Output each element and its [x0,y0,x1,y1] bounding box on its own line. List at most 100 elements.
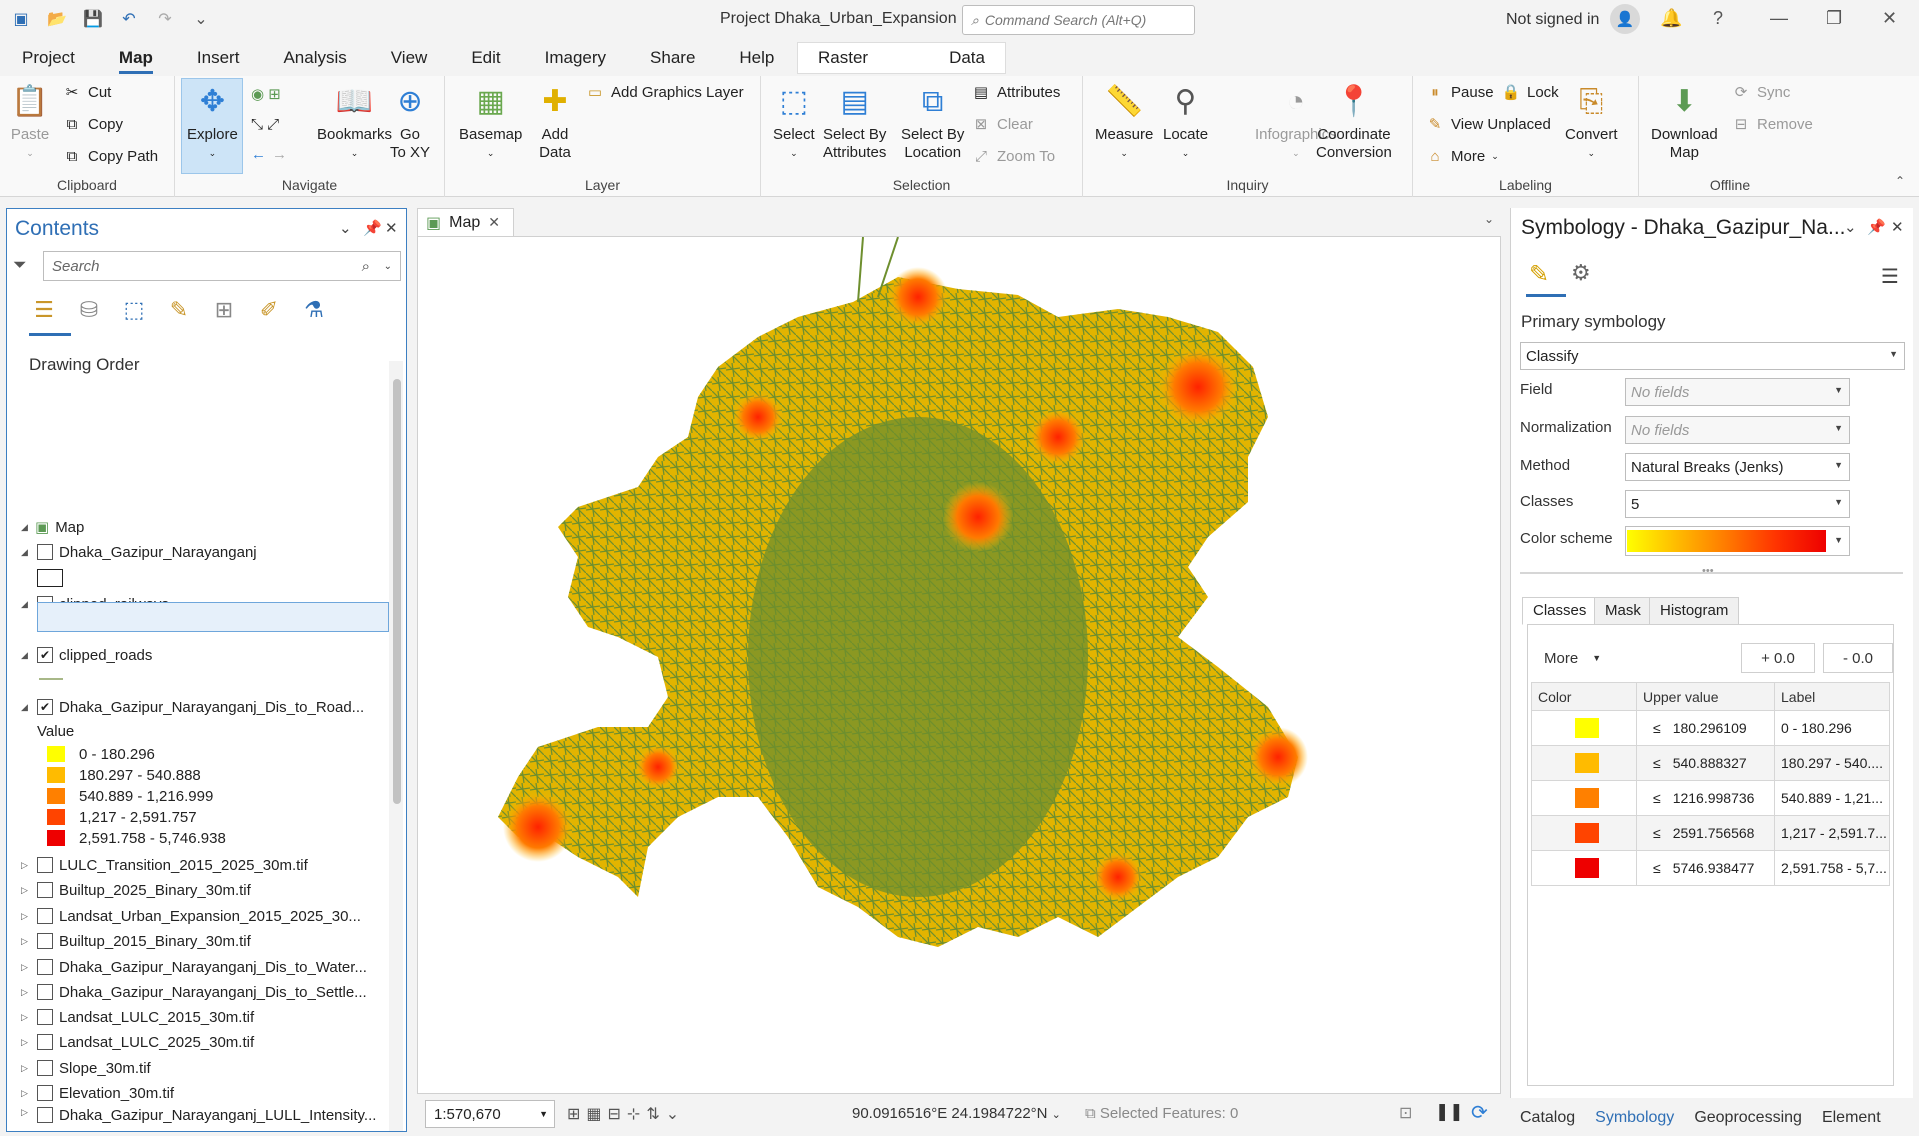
layer-row[interactable]: ▷ Builtup_2015_Binary_30m.tif [21,929,251,953]
zoom-to-button[interactable]: ⤢ Zoom To [971,144,1055,168]
column-header-color[interactable]: Color [1531,682,1637,711]
grip-icon[interactable]: ••• [1702,565,1714,577]
color-cell[interactable] [1531,745,1637,781]
scale-selector[interactable]: 1:570,670 ▼ [425,1100,555,1128]
copy-path-button[interactable]: ⧉ Copy Path [62,144,158,168]
select-by-attributes-button[interactable]: ▤ Select By Attributes [823,80,886,162]
layer-visibility-checkbox[interactable] [37,984,53,1000]
expand-triangle-icon[interactable]: ▷ [21,1107,33,1118]
layer-row[interactable]: ▷ Landsat_Urban_Expansion_2015_2025_30... [21,904,361,928]
layer-visibility-checkbox[interactable]: ✔ [37,647,53,663]
layer-row-selected[interactable]: ◢ ✔ Dhaka_Gazipur_Narayanganj_Dis_to_Roa… [21,695,364,719]
refresh-icon[interactable]: ⟳ [1471,1100,1488,1125]
label-cell[interactable]: 540.889 - 1,21... [1774,780,1890,816]
primary-symbology-icon[interactable]: ✎ [1529,260,1549,289]
class-swatch[interactable] [1575,823,1599,843]
tab-map[interactable]: Map [97,40,175,76]
selected-features-count[interactable]: ⧉ Selected Features: 0 [1085,1105,1238,1122]
help-icon[interactable]: ? [1713,8,1723,29]
layer-visibility-checkbox[interactable] [37,1060,53,1076]
layer-row[interactable]: ▷ Landsat_LULC_2025_30m.tif [21,1030,254,1054]
full-extent-icon[interactable]: ◉ ⊞ [251,82,281,106]
color-cell[interactable] [1531,815,1637,851]
expand-triangle-icon[interactable]: ▷ [21,911,33,922]
map-tools-icons[interactable]: ⊞▦⊟⊹⇅⌄ [567,1104,685,1124]
field-select[interactable]: No fields ▼ [1625,378,1850,406]
layer-row[interactable]: ▷ Dhaka_Gazipur_Narayanganj_LULL_Intensit… [21,1107,376,1125]
upper-value-cell[interactable]: ≤5746.938477 [1636,850,1775,886]
layer-visibility-checkbox[interactable] [37,1009,53,1025]
collapse-triangle-icon[interactable]: ◢ [21,650,33,661]
expand-triangle-icon[interactable]: ▷ [21,1088,33,1099]
refresh-extent-icon[interactable]: ⊡ [1399,1103,1412,1123]
layer-row[interactable]: ◢ ✔ clipped_roads [21,643,152,667]
add-graphics-layer-button[interactable]: ▭ Add Graphics Layer [585,80,744,104]
snapping-icon[interactable]: ⊞ [209,295,239,325]
pane-options-icon[interactable]: ⌄ [1844,218,1857,236]
goto-xy-button[interactable]: ⊕ Go To XY [390,80,430,162]
layer-visibility-checkbox[interactable] [37,933,53,949]
expand-triangle-icon[interactable]: ▷ [21,962,33,973]
class-swatch[interactable] [1575,753,1599,773]
close-pane-icon[interactable]: ✕ [1891,218,1904,236]
tab-project[interactable]: Project [0,40,97,76]
coordinate-conversion-button[interactable]: 📍 Coordinate Conversion [1316,80,1392,162]
tab-list-chevron-icon[interactable]: ⌄ [1484,212,1494,226]
project-icon[interactable]: ▣ [10,8,32,30]
clear-button[interactable]: ⊠ Clear [971,112,1033,136]
more-labeling-button[interactable]: ⌂ More ⌄ [1425,144,1498,168]
upper-value-cell[interactable]: ≤1216.998736 [1636,780,1775,816]
normalization-select[interactable]: No fields ▼ [1625,416,1850,444]
more-button[interactable]: More ▼ [1530,643,1620,673]
select-by-location-button[interactable]: ⧉ Select By Location [901,80,964,162]
label-cell[interactable]: 180.297 - 540.... [1774,745,1890,781]
layer-visibility-checkbox[interactable] [37,1107,53,1123]
collapse-ribbon-icon[interactable]: ⌃ [1895,174,1905,188]
filter-icon[interactable]: ⏷ [13,255,27,275]
collapse-triangle-icon[interactable]: ◢ [21,522,33,533]
search-icon[interactable]: ⌕ [362,258,370,275]
upper-value-cell[interactable]: ≤2591.756568 [1636,815,1775,851]
layer-row[interactable]: ▷ LULC_Transition_2015_2025_30m.tif [21,853,308,877]
cut-button[interactable]: ✂ Cut [62,80,112,104]
expand-triangle-icon[interactable]: ▷ [21,987,33,998]
layer-visibility-checkbox[interactable] [37,882,53,898]
layer-row[interactable]: ▷ Dhaka_Gazipur_Narayanganj_Dis_to_Settle… [21,980,367,1004]
labeling-view-icon[interactable]: ✐ [254,295,284,325]
command-search[interactable]: ⌕ Command Search (Alt+Q) [962,5,1195,35]
pane-options-icon[interactable]: ⌄ [339,219,352,237]
basemap-button[interactable]: ▦ Basemap ⌄ [459,80,522,162]
lock-button[interactable]: 🔒 Lock [1501,80,1559,104]
layer-row[interactable]: ▷ Landsat_LULC_2015_30m.tif [21,1005,254,1029]
expand-triangle-icon[interactable]: ▷ [21,885,33,896]
menu-icon[interactable]: ☰ [1881,264,1899,289]
layer-visibility-checkbox[interactable] [37,1085,53,1101]
close-tab-icon[interactable]: ✕ [488,214,500,231]
label-cell[interactable]: 2,591.758 - 5,7... [1774,850,1890,886]
tab-raster-layer[interactable]: Raster Layer [798,43,929,97]
bell-icon[interactable]: 🔔 [1660,8,1682,29]
tab-data[interactable]: Data [929,43,1005,73]
explore-button[interactable]: ✥ Explore ⌄ [187,80,238,162]
class-swatch[interactable] [1575,858,1599,878]
coordinate-readout[interactable]: 90.0916516°E 24.1984722°N ⌄ [852,1105,1061,1122]
locate-button[interactable]: ⚲ Locate ⌄ [1163,80,1208,162]
pin-icon[interactable]: 📌 [1867,218,1886,236]
signin-status[interactable]: Not signed in [1506,11,1599,29]
tab-imagery[interactable]: Imagery [523,40,628,76]
label-cell[interactable]: 1,217 - 2,591.7... [1774,815,1890,851]
tab-symbology[interactable]: Symbology [1585,1109,1684,1127]
contents-search-input[interactable]: Search ⌕ ⌄ [43,251,401,281]
tab-analysis[interactable]: Analysis [261,40,368,76]
upper-value-cell[interactable]: ≤540.888327 [1636,745,1775,781]
zoom-fixed-icon[interactable]: ⤡ ⤢ [251,112,279,136]
polygon-symbol[interactable] [37,569,63,587]
layer-visibility-checkbox[interactable] [37,544,53,560]
collapse-triangle-icon[interactable]: ◢ [21,702,33,713]
color-cell[interactable] [1531,780,1637,816]
class-swatch[interactable] [1575,788,1599,808]
expand-triangle-icon[interactable]: ▷ [21,860,33,871]
tab-view[interactable]: View [369,40,450,76]
collapse-triangle-icon[interactable]: ◢ [21,547,33,558]
layer-visibility-checkbox[interactable] [37,1034,53,1050]
